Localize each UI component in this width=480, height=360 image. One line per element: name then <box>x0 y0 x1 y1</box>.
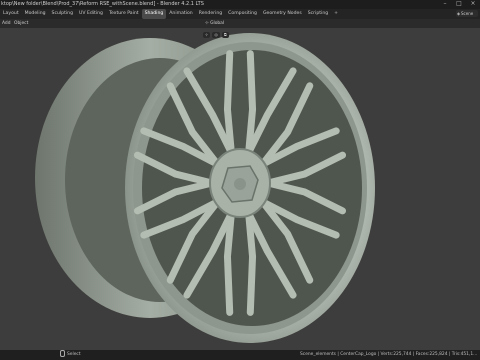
viewport-header: Add Object ⊹ Global <box>0 19 480 28</box>
center-cap-logo <box>234 178 246 190</box>
title-bar: ktop\New folder\Blend\Prod_37\Reform RSE… <box>0 0 480 9</box>
tab-sculpting[interactable]: Sculpting <box>49 9 76 19</box>
tab-shading[interactable]: Shading <box>141 9 167 19</box>
close-icon[interactable]: × <box>470 1 476 7</box>
tab-rendering[interactable]: Rendering <box>196 9 225 19</box>
wheel-model <box>35 33 375 343</box>
tab-scripting[interactable]: Scripting <box>305 9 331 19</box>
tab-modeling[interactable]: Modeling <box>22 9 49 19</box>
menu-object[interactable]: Object <box>14 19 28 28</box>
spoke-3-0 <box>223 209 235 316</box>
menu-add[interactable]: Add <box>2 19 11 28</box>
tab-geometry-nodes[interactable]: Geometry Nodes <box>260 9 305 19</box>
minimize-icon[interactable]: – <box>442 1 448 7</box>
viewport-gizmo-bar: ⊹ ◎ ⧉ <box>203 32 229 38</box>
3d-viewport[interactable]: ⊹ ◎ ⧉ <box>0 28 480 350</box>
tab-animation[interactable]: Animation <box>166 9 195 19</box>
pivot-chip[interactable]: ◎ <box>212 32 220 38</box>
tab-layout[interactable]: Layout <box>0 9 22 19</box>
tab-compositing[interactable]: Compositing <box>225 9 260 19</box>
add-workspace-button[interactable]: + <box>331 9 341 19</box>
spoke-2-1 <box>245 209 257 316</box>
workspace-tabs-bar: Layout Modeling Sculpting UV Editing Texture… <box>0 9 480 19</box>
window-title: ktop\New folder\Blend\Prod_37\Reform RSE… <box>1 1 204 7</box>
spoke-8-0 <box>245 50 257 157</box>
status-bar: Select Scene_elements | CenterCap_Logo |… <box>0 350 480 360</box>
transform-orientation-chip[interactable]: ⊹ <box>203 32 211 38</box>
mouse-left-icon <box>60 350 65 357</box>
scene-label: Scene <box>461 11 474 16</box>
spoke-7-1 <box>223 50 235 157</box>
status-select: Select <box>60 350 81 360</box>
scene-icon: ◈ <box>457 11 461 16</box>
maximize-icon[interactable]: □ <box>456 1 462 7</box>
scene-selector[interactable]: ◈ Scene <box>456 10 478 17</box>
snap-icon[interactable]: ⧉ <box>221 32 229 38</box>
tab-texture-paint[interactable]: Texture Paint <box>106 9 142 19</box>
status-info: Scene_elements | CenterCap_Logo | Verts:… <box>300 352 478 357</box>
status-select-label: Select <box>67 352 81 357</box>
orientation-label: Global <box>210 21 225 26</box>
tab-uv-editing[interactable]: UV Editing <box>76 9 106 19</box>
orientation-dropdown[interactable]: ⊹ Global <box>205 19 224 28</box>
